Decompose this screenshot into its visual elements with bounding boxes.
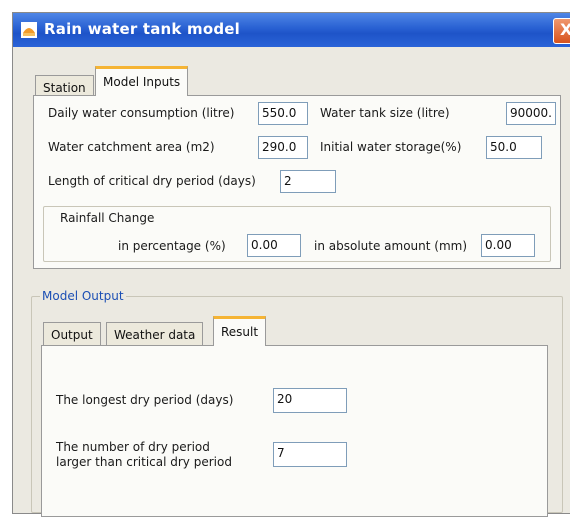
daily-consumption-input[interactable]: 550.0 <box>258 102 308 125</box>
longest-dry-period-label: The longest dry period (days) <box>56 393 234 407</box>
close-icon: X <box>560 20 570 39</box>
model-inputs-panel: Daily water consumption (litre) 550.0 Wa… <box>33 95 561 269</box>
tab-result-label: Result <box>221 325 259 339</box>
tank-size-label: Water tank size (litre) <box>320 106 450 120</box>
result-panel: The longest dry period (days) 20 The num… <box>41 345 548 517</box>
tab-model-inputs-label: Model Inputs <box>103 75 181 89</box>
critical-dry-period-label: Length of critical dry period (days) <box>48 174 256 188</box>
rainfall-change-group: Rainfall Change in percentage (%) 0.00 i… <box>43 206 551 262</box>
initial-storage-label: Initial water storage(%) <box>320 140 462 154</box>
rainfall-absolute-input[interactable]: 0.00 <box>481 234 535 257</box>
model-output-legend: Model Output <box>40 289 126 303</box>
tab-station-label: Station <box>43 81 86 95</box>
close-button[interactable]: X <box>553 18 570 44</box>
catchment-area-input[interactable]: 290.0 <box>258 136 308 159</box>
app-window: Rain water tank model X Station Model In… <box>12 12 570 517</box>
rainfall-absolute-label: in absolute amount (mm) <box>314 239 468 253</box>
window-title: Rain water tank model <box>44 20 241 38</box>
tab-output[interactable]: Output <box>43 322 101 346</box>
dry-period-count-output[interactable]: 7 <box>273 442 347 467</box>
catchment-area-label: Water catchment area (m2) <box>48 140 215 154</box>
longest-dry-period-output[interactable]: 20 <box>273 388 347 413</box>
initial-storage-input[interactable]: 50.0 <box>486 136 542 159</box>
rainfall-percentage-label: in percentage (%) <box>118 239 226 253</box>
rainfall-percentage-input[interactable]: 0.00 <box>247 234 301 257</box>
app-icon <box>21 22 37 38</box>
tank-size-input[interactable]: 90000. <box>506 102 556 125</box>
tab-model-inputs[interactable]: Model Inputs <box>95 66 189 96</box>
title-bar[interactable]: Rain water tank model X <box>13 13 570 47</box>
tab-weather-data-label: Weather data <box>114 328 196 342</box>
rainfall-change-title: Rainfall Change <box>60 211 155 225</box>
daily-consumption-label: Daily water consumption (litre) <box>48 106 235 120</box>
tab-result[interactable]: Result <box>213 316 267 346</box>
tab-weather-data[interactable]: Weather data <box>106 322 204 346</box>
dry-period-count-label-line2: larger than critical dry period <box>56 455 232 469</box>
tab-output-label: Output <box>51 328 93 342</box>
critical-dry-period-input[interactable]: 2 <box>280 170 336 193</box>
dry-period-count-label-line1: The number of dry period <box>56 440 210 454</box>
